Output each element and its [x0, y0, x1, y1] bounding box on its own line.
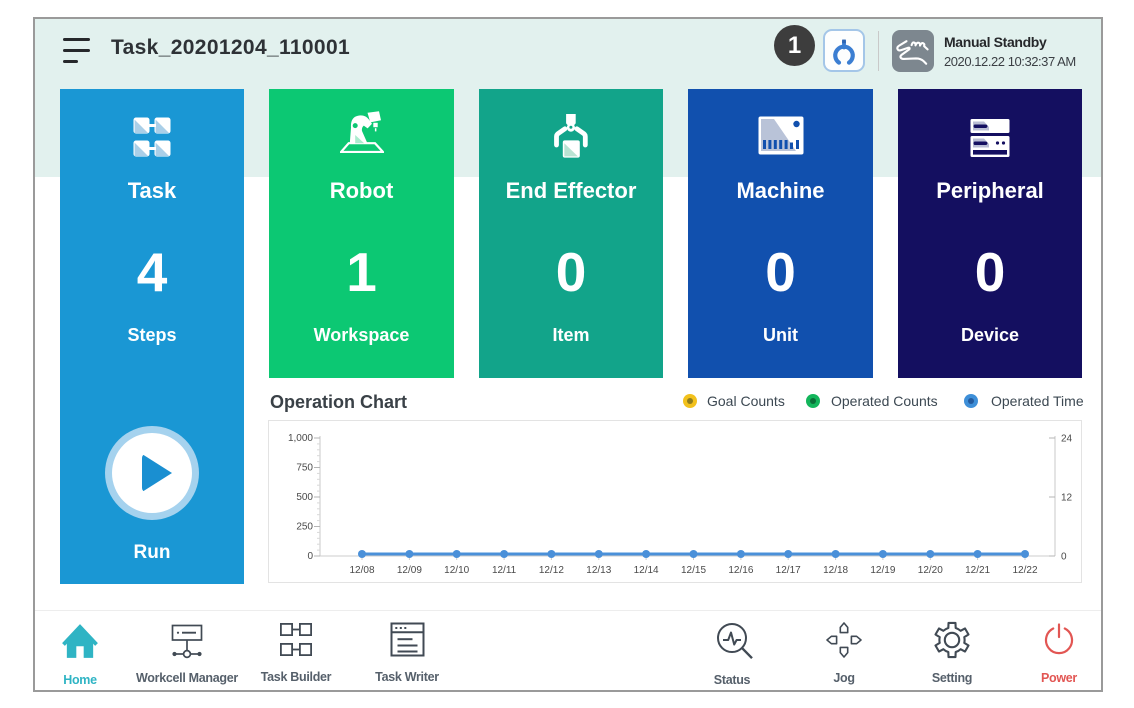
svg-text:12/22: 12/22	[1012, 565, 1037, 576]
svg-text:12/20: 12/20	[918, 565, 943, 576]
svg-text:500: 500	[296, 492, 313, 503]
svg-text:750: 750	[296, 463, 313, 474]
svg-text:12/19: 12/19	[870, 565, 895, 576]
svg-text:12/09: 12/09	[397, 565, 422, 576]
svg-text:12/17: 12/17	[776, 565, 801, 576]
svg-text:1,000: 1,000	[288, 433, 313, 444]
svg-text:24: 24	[1061, 434, 1073, 445]
svg-text:12/14: 12/14	[634, 565, 659, 576]
svg-text:12/12: 12/12	[539, 565, 564, 576]
svg-text:12/13: 12/13	[586, 565, 611, 576]
svg-text:12/08: 12/08	[349, 565, 374, 576]
svg-text:0: 0	[307, 551, 313, 562]
svg-text:12/10: 12/10	[444, 565, 469, 576]
svg-text:250: 250	[296, 522, 313, 533]
svg-text:12/21: 12/21	[965, 565, 990, 576]
svg-text:12: 12	[1061, 493, 1073, 504]
svg-text:12/15: 12/15	[681, 565, 706, 576]
svg-text:12/11: 12/11	[492, 565, 517, 576]
svg-text:12/18: 12/18	[823, 565, 848, 576]
svg-text:12/16: 12/16	[728, 565, 753, 576]
svg-text:0: 0	[1061, 552, 1067, 563]
